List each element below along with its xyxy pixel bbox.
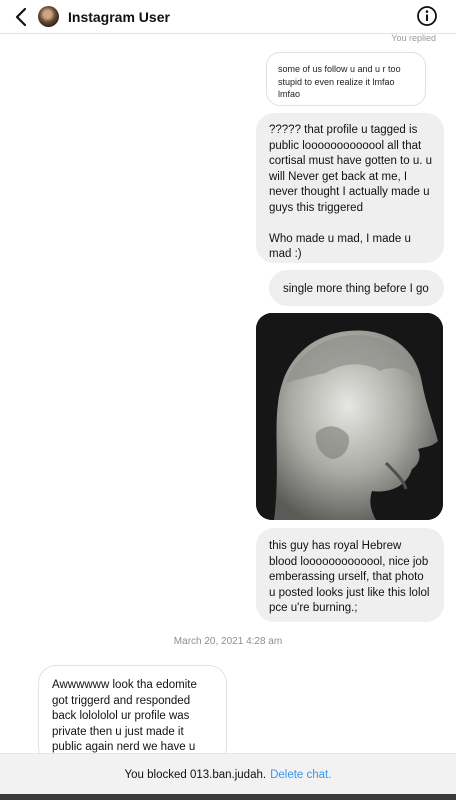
you-replied-label: You replied (391, 33, 436, 43)
chat-title[interactable]: Instagram User (68, 9, 170, 25)
chat-header: Instagram User (0, 0, 456, 34)
info-icon[interactable] (416, 5, 438, 27)
blocked-banner: You blocked 013.ban.judah. Delete chat. (0, 753, 456, 794)
outgoing-message[interactable]: ????? that profile u tagged is public lo… (256, 113, 444, 263)
system-bottom-bar (0, 794, 456, 800)
outgoing-message[interactable]: single more thing before I go (269, 270, 444, 306)
back-arrow-icon[interactable] (12, 5, 32, 29)
incoming-message[interactable]: Awwwwww look tha edomite got triggerd an… (38, 665, 227, 765)
sent-photo-statue-bust[interactable] (256, 313, 443, 520)
date-separator: March 20, 2021 4:28 am (173, 636, 283, 647)
blocked-text: You blocked 013.ban.judah. (124, 769, 267, 781)
outgoing-message[interactable]: this guy has royal Hebrew blood looooooo… (256, 528, 444, 622)
avatar[interactable] (38, 6, 59, 27)
quoted-message[interactable]: some of us follow u and u r too stupid t… (266, 52, 426, 106)
delete-chat-link[interactable]: Delete chat. (270, 769, 331, 781)
